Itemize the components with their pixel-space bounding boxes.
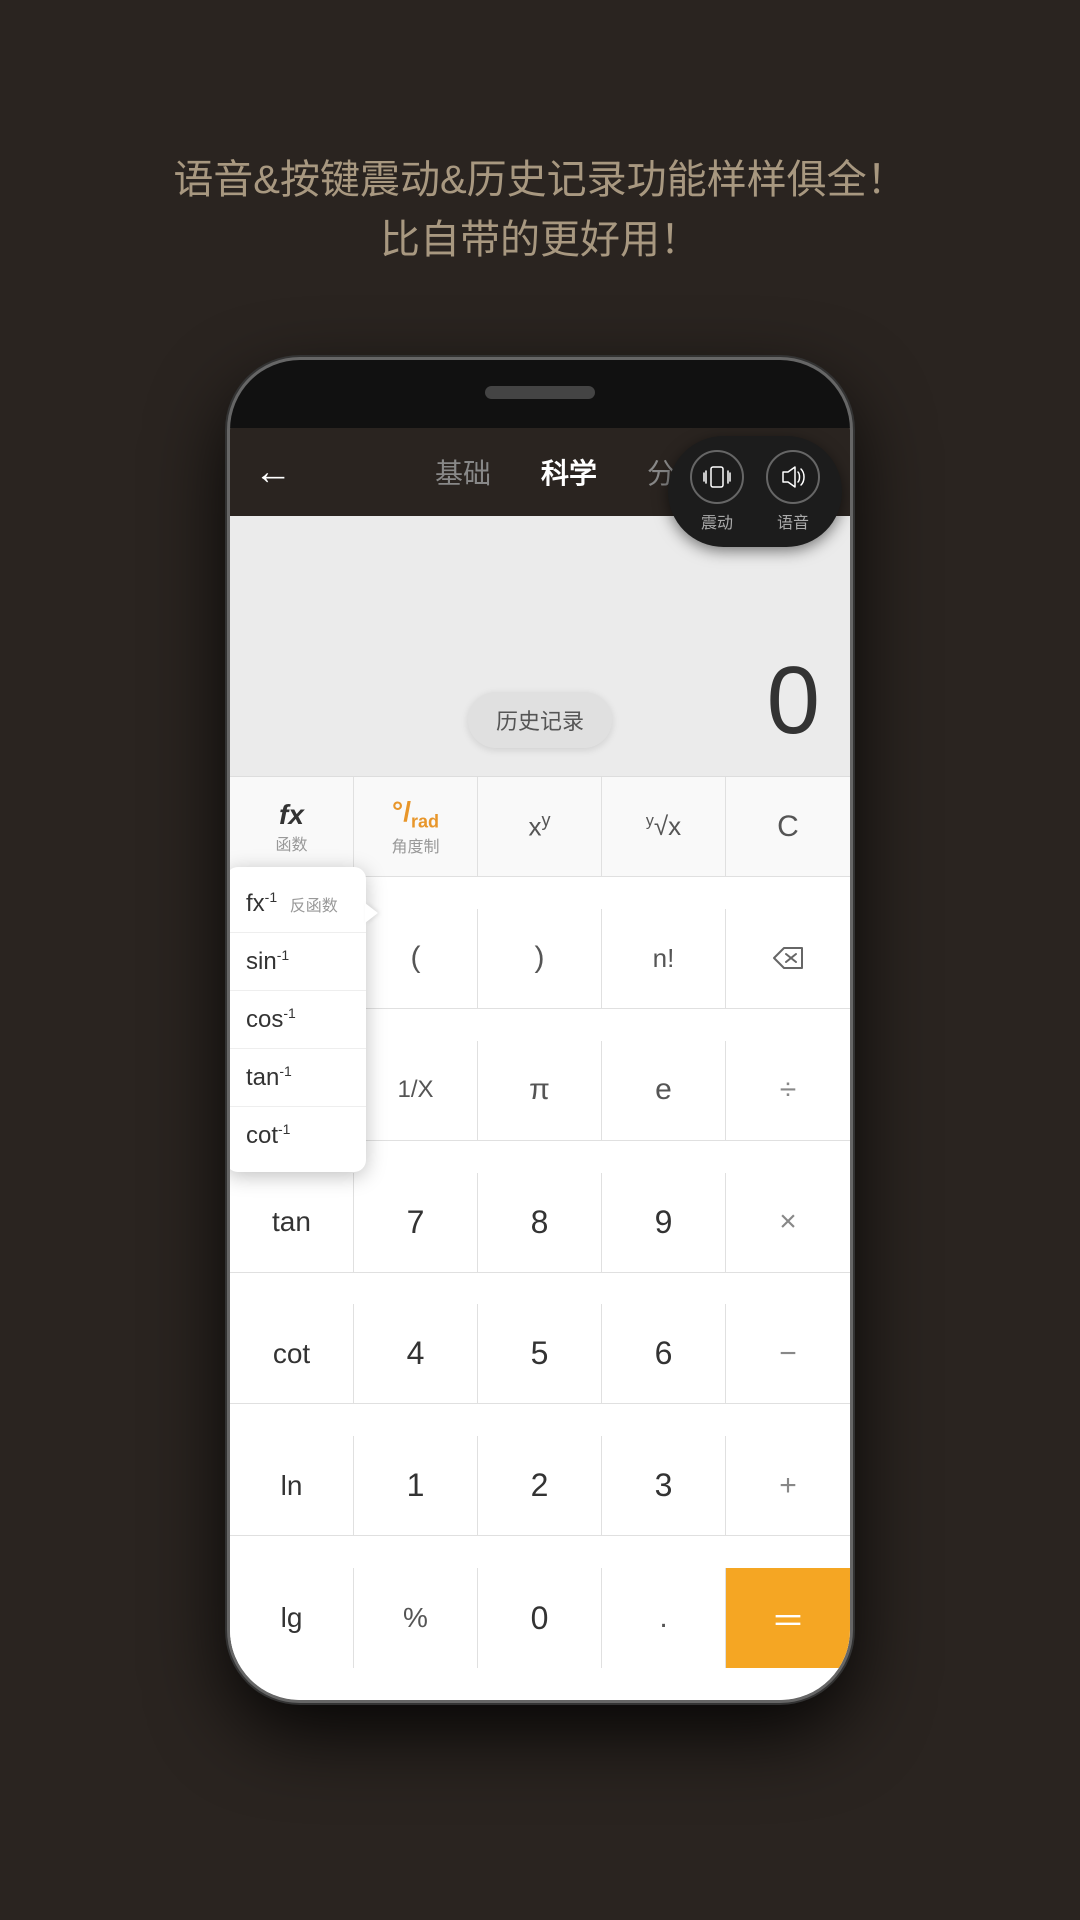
keyboard-area: fx-1 反函数 sin-1 cos-1 tan-1 cot-1 fx 函数 [230, 776, 850, 1700]
inverse-func-popup: fx-1 反函数 sin-1 cos-1 tan-1 cot-1 [230, 867, 366, 1172]
sound-label: 语音 [777, 509, 809, 533]
key-9[interactable]: 9 [602, 1173, 726, 1273]
key-pi[interactable]: π [478, 1041, 602, 1141]
key-2[interactable]: 2 [478, 1436, 602, 1536]
key-4[interactable]: 4 [354, 1304, 478, 1404]
key-clear[interactable]: C [726, 777, 850, 877]
app-background: 语音&按键震动&历史记录功能样样俱全！ 比自带的更好用！ ← 基础 科学 分数 [0, 0, 1080, 1920]
key-0[interactable]: 0 [478, 1568, 602, 1668]
key-backspace[interactable] [726, 909, 850, 1009]
popup-item-tan[interactable]: tan-1 [230, 1049, 366, 1107]
popup-item-fx[interactable]: fx-1 反函数 [230, 875, 366, 933]
key-8[interactable]: 8 [478, 1173, 602, 1273]
vibrate-label: 震动 [701, 509, 733, 533]
key-root[interactable]: y√x [602, 777, 726, 877]
key-3[interactable]: 3 [602, 1436, 726, 1536]
key-fx[interactable]: fx 函数 [230, 777, 354, 877]
phone-speaker [485, 386, 595, 399]
header-line2: 比自带的更好用！ [80, 210, 1000, 270]
key-divide[interactable]: ÷ [726, 1041, 850, 1141]
sound-action[interactable]: 语音 [766, 450, 820, 533]
tab-science[interactable]: 科学 [541, 452, 597, 492]
key-ln[interactable]: ln [230, 1436, 354, 1536]
history-button[interactable]: 历史记录 [468, 692, 612, 748]
key-add[interactable]: + [726, 1436, 850, 1536]
key-subtract[interactable]: − [726, 1304, 850, 1404]
key-decimal[interactable]: . [602, 1568, 726, 1668]
key-power[interactable]: xy [478, 777, 602, 877]
key-cot[interactable]: cot [230, 1304, 354, 1404]
tab-basic[interactable]: 基础 [435, 452, 491, 492]
popup-item-cos[interactable]: cos-1 [230, 991, 366, 1049]
key-multiply[interactable]: × [726, 1173, 850, 1273]
display-area: 历史记录 0 [230, 516, 850, 776]
header-text: 语音&按键震动&历史记录功能样样俱全！ 比自带的更好用！ [0, 0, 1080, 320]
popup-item-cot[interactable]: cot-1 [230, 1107, 366, 1164]
phone-screen: ← 基础 科学 分数 [230, 428, 850, 1700]
key-reciprocal[interactable]: 1/X [354, 1041, 478, 1141]
key-angle[interactable]: °/rad 角度制 [354, 777, 478, 877]
key-7[interactable]: 7 [354, 1173, 478, 1273]
key-1[interactable]: 1 [354, 1436, 478, 1536]
back-button[interactable]: ← [254, 451, 292, 494]
nav-bar: ← 基础 科学 分数 [230, 428, 850, 516]
popup-item-sin[interactable]: sin-1 [230, 933, 366, 991]
key-5[interactable]: 5 [478, 1304, 602, 1404]
key-rparen[interactable]: ) [478, 909, 602, 1009]
key-equals[interactable]: ＝ [726, 1568, 850, 1668]
key-lparen[interactable]: ( [354, 909, 478, 1009]
sound-icon [766, 450, 820, 504]
phone-frame: ← 基础 科学 分数 [230, 360, 850, 1700]
display-number: 0 [767, 646, 820, 756]
key-e[interactable]: e [602, 1041, 726, 1141]
key-tan[interactable]: tan [230, 1173, 354, 1273]
key-percent[interactable]: % [354, 1568, 478, 1668]
vibrate-icon [690, 450, 744, 504]
key-lg[interactable]: lg [230, 1568, 354, 1668]
popup-arrow [365, 903, 378, 923]
key-factorial[interactable]: n! [602, 909, 726, 1009]
vibrate-action[interactable]: 震动 [690, 450, 744, 533]
key-6[interactable]: 6 [602, 1304, 726, 1404]
quick-actions-popup: 震动 语音 [668, 436, 842, 547]
header-line1: 语音&按键震动&历史记录功能样样俱全！ [80, 150, 1000, 210]
